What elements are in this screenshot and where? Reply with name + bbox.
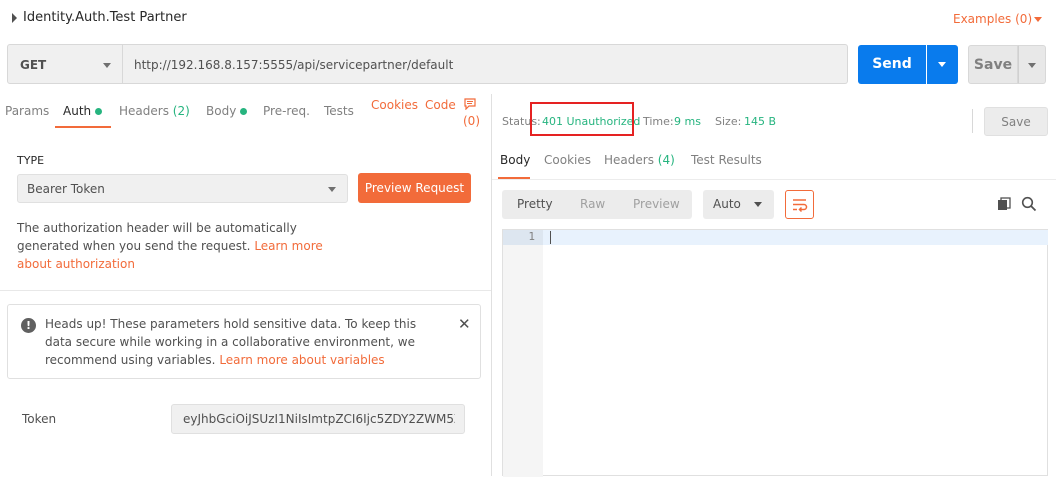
section-divider [0,290,491,291]
format-toggle-group: Pretty Raw Preview [502,190,692,219]
auth-type-value: Bearer Token [27,182,105,196]
code-link[interactable]: Code [425,98,456,112]
tab-response-headers[interactable]: Headers (4) [604,153,675,167]
tab-headers-label: Headers [119,104,169,118]
save-label: Save [973,57,1013,73]
wrap-lines-icon [793,199,808,213]
format-raw-button[interactable]: Raw [580,197,605,211]
save-response-label: Save [1001,115,1031,129]
method-select[interactable]: GET [7,44,123,84]
tab-prereq[interactable]: Pre-req. [263,104,310,118]
auth-description: The authorization header will be automat… [17,219,357,273]
line-number: 1 [528,230,535,243]
language-select[interactable]: Auto [703,190,774,219]
title-bar: Identity.Auth.Test Partner Examples (0) [0,0,1056,38]
send-dropdown-button[interactable] [927,45,958,84]
sensitive-data-notice: ! Heads up! These parameters hold sensit… [7,304,481,379]
chevron-down-icon [1028,63,1036,68]
send-label: Send [872,56,912,72]
size-value[interactable]: 145 B [744,115,776,128]
warning-icon: ! [21,318,36,333]
comment-icon[interactable] [464,98,476,113]
cookies-link[interactable]: Cookies [371,98,418,112]
language-value: Auto [713,197,741,211]
tab-response-headers-count: (4) [657,153,675,167]
tab-test-results[interactable]: Test Results [691,153,762,167]
tab-body[interactable]: Body [206,104,248,118]
tab-auth-label: Auth [63,104,92,118]
tab-params[interactable]: Params [5,104,49,118]
save-button[interactable]: Save [968,45,1018,84]
tab-body-label: Body [206,104,237,118]
auth-type-label: TYPE [17,154,45,167]
chevron-down-icon [938,62,946,67]
text-cursor [550,231,551,244]
copy-icon[interactable] [997,197,1011,214]
save-dropdown-button[interactable] [1018,45,1046,84]
method-label: GET [20,58,47,72]
toolbar-divider [972,109,973,133]
preview-request-label: Preview Request [364,181,465,195]
url-bar: GET http://192.168.8.157:5555/api/servic… [0,38,1056,94]
auth-type-select[interactable]: Bearer Token [17,174,348,203]
chevron-down-icon [328,187,336,192]
close-icon[interactable]: ✕ [458,315,471,333]
status-dot-icon [240,108,248,115]
wrap-lines-button[interactable] [785,190,814,219]
response-body-editor[interactable]: 1 [502,229,1048,477]
tab-auth[interactable]: Auth [63,104,103,118]
request-tabs: Params Auth Headers (2) Body Pre-req. Te… [0,94,491,134]
time-value[interactable]: 9 ms [674,115,701,128]
tab-response-body[interactable]: Body [500,153,530,167]
url-input[interactable]: http://192.168.8.157:5555/api/servicepar… [123,44,848,84]
tab-headers[interactable]: Headers (2) [119,104,190,118]
time-label: Time: [643,115,674,128]
url-text: http://192.168.8.157:5555/api/servicepar… [134,58,454,72]
status-highlight-box [530,102,634,136]
format-preview-button[interactable]: Preview [633,197,680,211]
notice-text: Heads up! These parameters hold sensitiv… [45,315,445,369]
preview-request-button[interactable]: Preview Request [358,173,471,203]
tab-headers-count: (2) [172,104,190,118]
comments-count[interactable]: (0) [463,114,480,128]
learn-more-variables-link[interactable]: Learn more about variables [219,353,384,367]
tab-response-cookies[interactable]: Cookies [544,153,591,167]
chevron-down-icon [754,202,762,207]
token-input[interactable]: eyJhbGciOiJSUzI1NiIsImtpZCI6Ijc5ZDY2ZWM5… [171,404,465,434]
status-dot-icon [95,108,103,115]
expand-caret-icon[interactable] [12,13,17,23]
tab-tests[interactable]: Tests [324,104,354,118]
response-meta: Status: 401 Unauthorized Time: 9 ms Size… [492,94,1056,146]
active-tab-indicator [55,126,111,128]
response-tabs: Body Cookies Headers (4) Test Results [492,146,1056,180]
send-button[interactable]: Send [858,45,926,84]
request-title[interactable]: Identity.Auth.Test Partner [23,10,187,25]
line-gutter [503,230,543,477]
tabs-divider [492,179,1056,180]
token-value: eyJhbGciOiJSUzI1NiIsImtpZCI6Ijc5ZDY2ZWM5… [183,412,455,426]
save-response-button[interactable]: Save [984,107,1048,136]
examples-caret-icon[interactable] [1034,17,1042,22]
token-label: Token [22,412,57,426]
tab-response-headers-label: Headers [604,153,654,167]
chevron-down-icon [103,63,111,68]
size-label: Size: [715,115,742,128]
active-line [543,230,1048,245]
examples-link[interactable]: Examples (0) [953,12,1032,26]
search-icon[interactable] [1021,196,1037,215]
format-pretty-button[interactable]: Pretty [517,197,553,211]
